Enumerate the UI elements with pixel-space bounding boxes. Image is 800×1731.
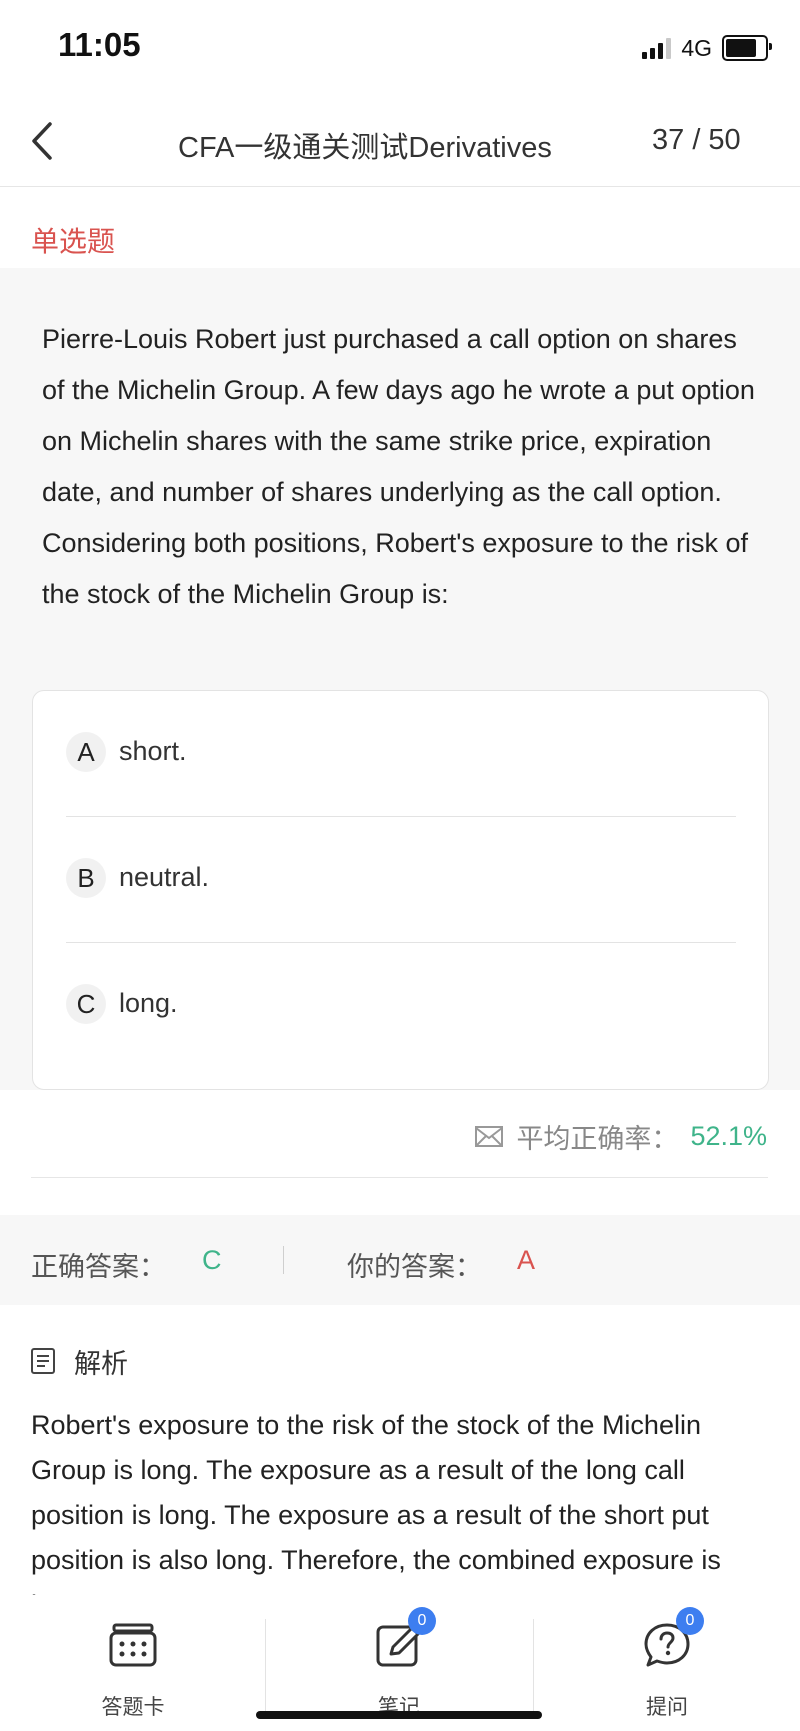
answer-card-icon	[109, 1623, 157, 1667]
page-title: CFA一级通关测试Derivatives	[178, 132, 552, 164]
status-indicators: 4G	[642, 34, 772, 62]
question-progress: 37 / 50	[652, 124, 741, 156]
option-letter: B	[66, 858, 106, 898]
option-letter: A	[66, 732, 106, 772]
tab-answer-card[interactable]: 答题卡	[0, 1595, 266, 1731]
divider	[31, 1177, 768, 1178]
chevron-left-icon	[32, 122, 52, 160]
signal-icon	[642, 37, 672, 59]
accuracy-label: 平均正确率：	[516, 1123, 679, 1154]
average-accuracy: 平均正确率： 52.1%	[474, 1116, 767, 1156]
status-time: 11:05	[58, 26, 141, 63]
option-a[interactable]: A short.	[66, 691, 736, 817]
option-c[interactable]: C long.	[66, 943, 736, 1068]
correct-answer-label: 正确答案：	[31, 1252, 166, 1282]
divider	[283, 1246, 284, 1274]
analysis-header: 解析	[30, 1343, 128, 1379]
analysis-text: Robert's exposure to the risk of the sto…	[31, 1410, 721, 1595]
correct-answer-value: C	[202, 1245, 222, 1275]
accuracy-value: 52.1%	[690, 1120, 767, 1151]
option-b[interactable]: B neutral.	[66, 817, 736, 943]
analysis-title: 解析	[74, 1348, 128, 1379]
tab-label: 答题卡	[101, 1696, 165, 1719]
document-icon	[31, 1348, 55, 1374]
home-indicator	[256, 1711, 542, 1719]
envelope-icon	[475, 1126, 504, 1147]
question-type: 单选题	[0, 204, 800, 268]
tab-ask-question[interactable]: 0 提问	[534, 1595, 800, 1731]
question-type-label: 单选题	[31, 226, 116, 257]
battery-icon	[722, 35, 772, 61]
question-text: Pierre-Louis Robert just purchased a cal…	[42, 324, 755, 609]
options-card: A short. B neutral. C long.	[32, 690, 769, 1090]
tab-label: 提问	[646, 1696, 688, 1719]
question-area: Pierre-Louis Robert just purchased a cal…	[0, 268, 800, 1090]
option-text: long.	[119, 988, 178, 1018]
your-answer-value: A	[517, 1245, 536, 1275]
option-text: short.	[119, 736, 187, 766]
ask-badge: 0	[676, 1607, 704, 1635]
navigation-bar: CFA一级通关测试Derivatives 37 / 50	[0, 96, 800, 187]
status-bar: 11:05 4G	[0, 0, 800, 96]
back-button[interactable]	[24, 116, 64, 166]
option-text: neutral.	[119, 862, 210, 892]
answer-summary: 正确答案： C 你的答案： A	[0, 1215, 800, 1305]
option-letter: C	[66, 984, 106, 1024]
your-answer-label: 你的答案：	[347, 1252, 482, 1282]
notes-badge: 0	[408, 1607, 436, 1635]
network-type: 4G	[681, 34, 712, 61]
